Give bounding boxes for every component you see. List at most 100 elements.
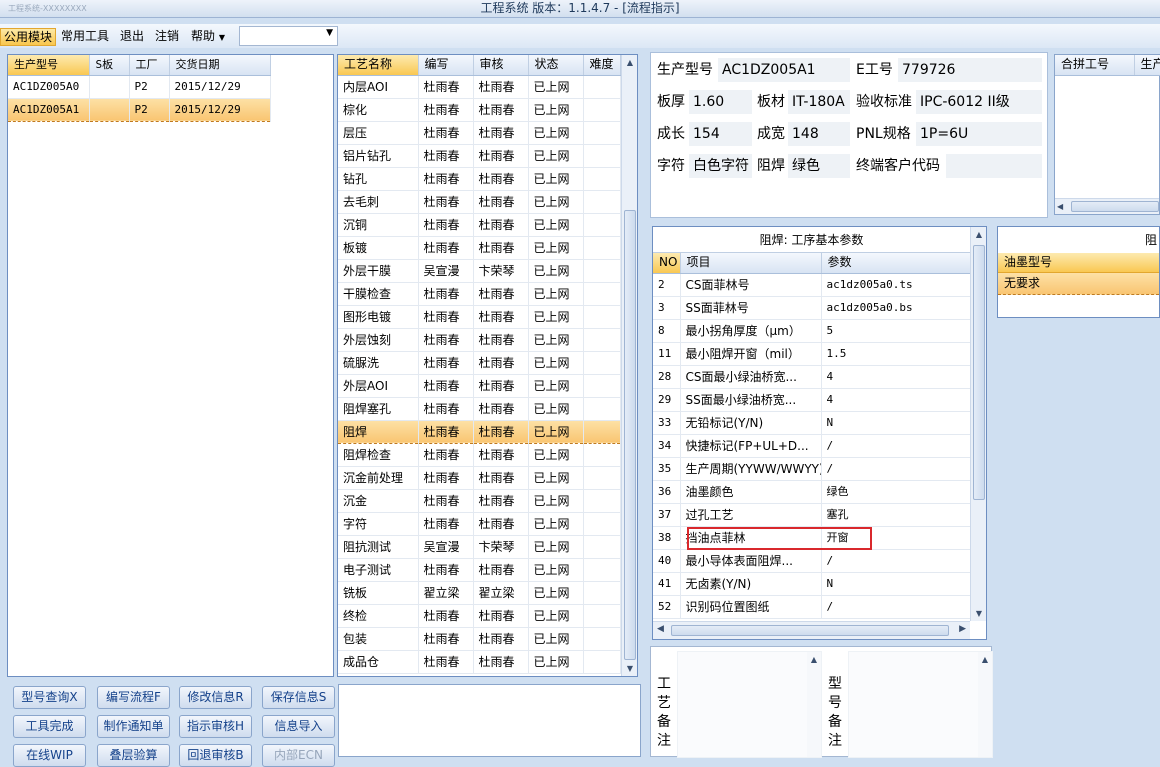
process-col-0[interactable]: 工艺名称 <box>338 55 419 76</box>
info-import-button[interactable]: 信息导入 <box>262 715 335 738</box>
process-row[interactable]: 钻孔 杜雨春 杜雨春 已上网 <box>338 167 621 191</box>
process-col-3[interactable]: 状态 <box>528 55 584 76</box>
process-scroll-thumb[interactable] <box>624 210 636 660</box>
process-row[interactable]: 图形电镀 杜雨春 杜雨春 已上网 <box>338 305 621 329</box>
process-note-field[interactable]: ▲ <box>677 651 822 758</box>
merge-col-production[interactable]: 生产 <box>1134 55 1160 76</box>
menu-dropdown[interactable]: ▼ <box>239 26 338 46</box>
field-customer-code[interactable] <box>946 154 1042 178</box>
param-col-0[interactable]: NO <box>653 253 681 274</box>
menu-common-tools[interactable]: 常用工具 <box>58 28 112 46</box>
field-acceptance[interactable]: IPC-6012 II级 <box>916 90 1042 114</box>
product-row[interactable]: AC1DZ005A1 P2 2015/12/29 <box>8 97 271 122</box>
param-row[interactable]: 52 识别码位置图纸 / <box>653 595 971 619</box>
field-material[interactable]: IT-180A <box>788 90 850 114</box>
scroll-down-icon[interactable]: ▼ <box>622 664 638 673</box>
process-row[interactable]: 铣板 翟立梁 翟立梁 已上网 <box>338 581 621 605</box>
process-row[interactable]: 硫脲洗 杜雨春 杜雨春 已上网 <box>338 351 621 375</box>
param-row[interactable]: 29 SS面最小绿油桥宽... 4 <box>653 388 971 412</box>
process-row[interactable]: 内层AOI 杜雨春 杜雨春 已上网 <box>338 75 621 99</box>
process-row[interactable]: 铝片钻孔 杜雨春 杜雨春 已上网 <box>338 144 621 168</box>
process-row[interactable]: 外层AOI 杜雨春 杜雨春 已上网 <box>338 374 621 398</box>
process-col-1[interactable]: 编写 <box>418 55 474 76</box>
product-col-1[interactable]: S板 <box>89 55 130 76</box>
process-row[interactable]: 沉金前处理 杜雨春 杜雨春 已上网 <box>338 466 621 490</box>
param-col-1[interactable]: 项目 <box>680 253 822 274</box>
product-col-0[interactable]: 生产型号 <box>8 55 90 76</box>
product-row[interactable]: AC1DZ005A0 P2 2015/12/29 <box>8 75 271 99</box>
process-row[interactable]: 外层蚀刻 杜雨春 杜雨春 已上网 <box>338 328 621 352</box>
scroll-left-icon[interactable]: ◀ <box>1057 199 1063 214</box>
params-scroll-thumb[interactable] <box>973 245 985 500</box>
process-row[interactable]: 干膜检查 杜雨春 杜雨春 已上网 <box>338 282 621 306</box>
params-scrollbar[interactable]: ▲ ▼ <box>970 227 986 621</box>
process-row[interactable]: 包装 杜雨春 杜雨春 已上网 <box>338 627 621 651</box>
scroll-left-icon[interactable]: ◀ <box>657 624 664 634</box>
param-row[interactable]: 8 最小拐角厚度（μm） 5 <box>653 319 971 343</box>
scroll-right-icon[interactable]: ▶ <box>959 624 966 634</box>
menu-exit[interactable]: 退出 <box>117 28 147 46</box>
process-row[interactable]: 阻抗测试 吴宣漫 卞荣琴 已上网 <box>338 535 621 559</box>
save-info-button[interactable]: 保存信息S <box>262 686 335 709</box>
param-row[interactable]: 11 最小阻焊开窗（mil） 1.5 <box>653 342 971 366</box>
merge-scroll-thumb[interactable] <box>1071 201 1159 212</box>
ink-row[interactable]: 无要求 <box>998 273 1159 295</box>
process-row[interactable]: 板镀 杜雨春 杜雨春 已上网 <box>338 236 621 260</box>
field-pnl[interactable]: 1P=6U <box>916 122 1042 146</box>
param-row[interactable]: 40 最小导体表面阻焊... / <box>653 549 971 573</box>
model-note-scrollbar[interactable]: ▲ <box>978 652 992 757</box>
rollback-review-button[interactable]: 回退审核B <box>179 744 252 767</box>
scroll-down-icon[interactable]: ▼ <box>971 609 987 618</box>
model-query-button[interactable]: 型号查询X <box>13 686 86 709</box>
scroll-up-icon[interactable]: ▲ <box>971 230 987 239</box>
params-hscroll-thumb[interactable] <box>671 625 949 636</box>
modify-info-button[interactable]: 修改信息R <box>179 686 252 709</box>
internal-ecn-button[interactable]: 内部ECN <box>262 744 335 767</box>
param-row[interactable]: 2 CS面菲林号 ac1dz005a0.ts <box>653 273 971 297</box>
params-hscroll[interactable]: ◀ ▶ <box>653 621 970 639</box>
process-col-2[interactable]: 审核 <box>473 55 529 76</box>
scroll-up-icon[interactable]: ▲ <box>978 655 992 664</box>
process-row[interactable]: 阻焊塞孔 杜雨春 杜雨春 已上网 <box>338 397 621 421</box>
process-row[interactable]: 去毛刺 杜雨春 杜雨春 已上网 <box>338 190 621 214</box>
process-col-4[interactable]: 难度 <box>583 55 621 76</box>
param-row[interactable]: 37 过孔工艺 塞孔 <box>653 503 971 527</box>
merge-col-job[interactable]: 合拼工号 <box>1055 55 1135 76</box>
field-char[interactable]: 白色字符 <box>689 154 752 178</box>
menu-help[interactable]: 帮助 ▼ <box>188 28 228 46</box>
process-row[interactable]: 沉铜 杜雨春 杜雨春 已上网 <box>338 213 621 237</box>
param-row[interactable]: 34 快捷标记(FP+UL+D... / <box>653 434 971 458</box>
field-thickness[interactable]: 1.60 <box>689 90 752 114</box>
param-row[interactable]: 33 无铅标记(Y/N) N <box>653 411 971 435</box>
menu-logout[interactable]: 注销 <box>152 28 182 46</box>
process-row[interactable]: 电子测试 杜雨春 杜雨春 已上网 <box>338 558 621 582</box>
param-row[interactable]: 41 无卤素(Y/N) N <box>653 572 971 596</box>
param-row[interactable]: 35 生产周期(YYWW/WWYY) / <box>653 457 971 481</box>
scroll-up-icon[interactable]: ▲ <box>622 58 638 67</box>
ink-col-type[interactable]: 油墨型号 <box>998 253 1159 273</box>
field-product-model[interactable]: AC1DZ005A1 <box>718 58 850 82</box>
write-flow-button[interactable]: 编写流程F <box>97 686 170 709</box>
instruction-review-button[interactable]: 指示审核H <box>179 715 252 738</box>
product-col-3[interactable]: 交货日期 <box>169 55 271 76</box>
process-row[interactable]: 成品仓 杜雨春 杜雨春 已上网 <box>338 650 621 674</box>
process-row[interactable]: 沉金 杜雨春 杜雨春 已上网 <box>338 489 621 513</box>
tool-complete-button[interactable]: 工具完成 <box>13 715 86 738</box>
menu-public-module[interactable]: 公用模块 <box>0 28 57 46</box>
scroll-up-icon[interactable]: ▲ <box>807 655 821 664</box>
stack-calc-button[interactable]: 叠层验算 <box>97 744 170 767</box>
process-row[interactable]: 终检 杜雨春 杜雨春 已上网 <box>338 604 621 628</box>
online-wip-button[interactable]: 在线WIP <box>13 744 86 767</box>
param-row[interactable]: 28 CS面最小绿油桥宽... 4 <box>653 365 971 389</box>
param-row[interactable]: 3 SS面菲林号 ac1dz005a0.bs <box>653 296 971 320</box>
field-growth[interactable]: 154 <box>689 122 752 146</box>
merge-hscroll[interactable]: ◀ <box>1055 198 1159 214</box>
process-row[interactable]: 外层干膜 吴宣漫 卞荣琴 已上网 <box>338 259 621 283</box>
product-col-2[interactable]: 工厂 <box>129 55 170 76</box>
process-scrollbar[interactable]: ▲ ▼ <box>621 55 637 676</box>
param-row[interactable]: 36 油墨颜色 绿色 <box>653 480 971 504</box>
param-col-2[interactable]: 参数 <box>821 253 971 274</box>
process-row[interactable]: 阻焊 杜雨春 杜雨春 已上网 <box>338 419 621 444</box>
process-row[interactable]: 层压 杜雨春 杜雨春 已上网 <box>338 121 621 145</box>
model-note-field[interactable]: ▲ <box>848 651 993 758</box>
